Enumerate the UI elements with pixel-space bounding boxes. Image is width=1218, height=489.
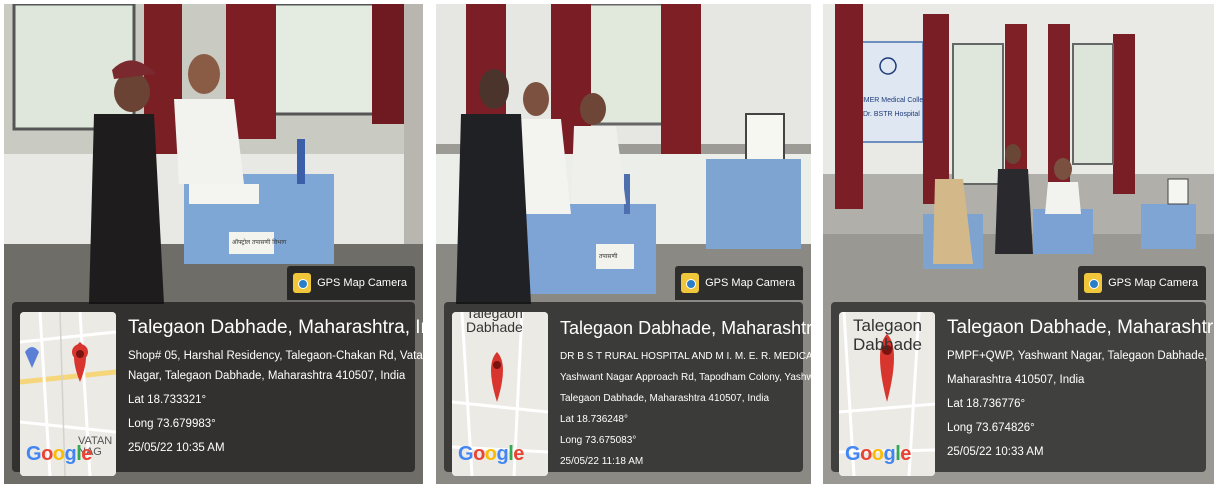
latitude: Lat 18.736248° <box>560 414 628 425</box>
mini-map: Talegaon Dabhade Google <box>839 312 935 476</box>
location-panel: Talegaon Dabhade Google Talegaon Dabhade… <box>831 302 1214 476</box>
photo-2-desk-sign: तपासणी <box>599 252 618 260</box>
gps-camera-label: GPS Map Camera <box>317 277 407 289</box>
datetime: 25/05/22 10:33 AM <box>947 446 1044 458</box>
gps-camera-label: GPS Map Camera <box>1108 277 1198 289</box>
photo-1-desk-sign: ऑफ्ट्रोल तपासणी विभाग <box>232 238 287 246</box>
gps-camera-badge: GPS Map Camera <box>1078 266 1206 300</box>
map-label: Talegaon Dabhade <box>853 316 923 354</box>
latitude: Lat 18.733321° <box>128 394 207 406</box>
photo-2-overlay: GPS Map Camera Talegaon Dabhade Google T… <box>444 266 811 476</box>
gps-camera-icon <box>681 273 700 293</box>
location-info: Talegaon Dabhade, Maharashtra, India Sho… <box>128 316 423 458</box>
address-line-2: Maharashtra 410507, India <box>947 374 1085 386</box>
location-title: Talegaon Dabhade, Maharashtra, India <box>560 318 811 338</box>
banner-line-1: MIMER Medical College <box>856 97 931 104</box>
address-line-3: Talegaon Dabhade, Maharashtra 410507, In… <box>560 393 770 404</box>
banner-line-2: Dr. BSTR Hospital <box>863 111 920 118</box>
google-logo: Google <box>458 443 524 465</box>
datetime: 25/05/22 10:35 AM <box>128 442 225 454</box>
gps-camera-label: GPS Map Camera <box>705 277 795 289</box>
gps-camera-badge: GPS Map Camera <box>675 266 803 300</box>
datetime: 25/05/22 11:18 AM <box>560 456 644 467</box>
location-title: Talegaon Dabhade, Maharashtra, India <box>128 317 423 338</box>
photo-1-overlay: GPS Map Camera VATAN NAG Google Talegaon… <box>12 266 423 476</box>
address-line-2: Yashwant Nagar Approach Rd, Tapodham Col… <box>560 372 811 383</box>
address-line-2: Nagar, Talegaon Dabhade, Maharashtra 410… <box>128 370 406 382</box>
address-line-1: DR B S T RURAL HOSPITAL AND M I. M. E. R… <box>560 351 811 362</box>
gps-camera-icon <box>1084 273 1103 293</box>
location-title: Talegaon Dabhade, Maharashtra, India <box>947 317 1214 338</box>
location-info: Talegaon Dabhade, Maharashtra, India PMP… <box>947 316 1214 462</box>
longitude: Long 73.675083° <box>560 435 637 446</box>
photo-3-overlay: GPS Map Camera Talegaon Dabhade Google T… <box>831 266 1214 476</box>
google-logo: Google <box>26 443 92 465</box>
photo-1: ऑफ्ट्रोल तपासणी विभाग GPS Map Camera VAT… <box>4 4 423 484</box>
mini-map: VATAN NAG Google <box>20 312 116 476</box>
latitude: Lat 18.736776° <box>947 398 1026 410</box>
longitude: Long 73.679983° <box>128 418 216 430</box>
location-panel: Talegaon Dabhade Google Talegaon Dabhade… <box>444 302 811 476</box>
map-label: Talegaon Dabhade <box>466 312 523 335</box>
photo-3: MIMER Medical College Dr. BSTR Hospital … <box>823 4 1214 484</box>
google-logo: Google <box>845 443 911 465</box>
gps-camera-badge: GPS Map Camera <box>287 266 415 300</box>
photo-2: तपासणी GPS Map Camera Talegaon Dabhade G… <box>436 4 811 484</box>
longitude: Long 73.674826° <box>947 422 1035 434</box>
address-line-1: Shop# 05, Harshal Residency, Talegaon-Ch… <box>128 350 423 362</box>
location-panel: VATAN NAG Google Talegaon Dabhade, Mahar… <box>12 302 423 476</box>
mini-map: Talegaon Dabhade Google <box>452 312 548 476</box>
location-info: Talegaon Dabhade, Maharashtra, India DR … <box>560 316 811 472</box>
address-line-1: PMPF+QWP, Yashwant Nagar, Talegaon Dabha… <box>947 350 1208 362</box>
gps-camera-icon <box>293 273 312 293</box>
